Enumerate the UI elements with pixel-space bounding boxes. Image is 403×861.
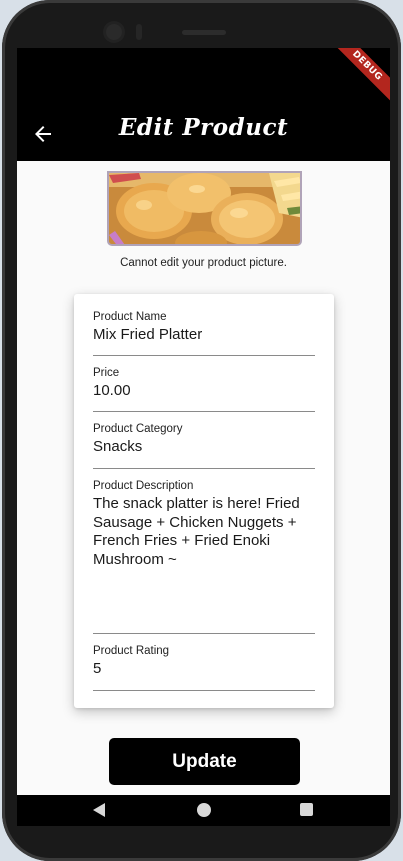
triangle-back-icon[interactable] [93,803,105,817]
product-name-field[interactable]: Product Name Mix Fried Platter [93,311,315,356]
rating-field[interactable]: Product Rating 5 [93,645,315,691]
product-image [107,171,302,246]
image-note: Cannot edit your product picture. [120,257,287,269]
price-value[interactable]: 10.00 [93,382,315,401]
product-name-value[interactable]: Mix Fried Platter [93,326,315,345]
rating-label: Product Rating [93,645,170,657]
category-label: Product Category [93,423,183,435]
rating-value[interactable]: 5 [93,660,315,679]
app-bar: Edit Product DEBUG [17,48,390,161]
category-value[interactable]: Snacks [93,438,315,457]
product-form-card: Product Name Mix Fried Platter Price 10.… [74,294,334,708]
description-field[interactable]: Product Description The snack platter is… [93,480,315,634]
description-label: Product Description [93,480,194,492]
system-nav-bar [17,795,390,826]
circle-home-icon[interactable] [197,803,211,817]
screen: Edit Product DEBUG Cannot edit your prod… [17,48,390,826]
square-recents-icon[interactable] [300,803,313,816]
product-name-label: Product Name [93,311,167,323]
description-value[interactable]: The snack platter is here! Fried Sausage… [93,495,315,569]
fried-food-image [109,173,300,244]
price-label: Price [93,367,120,379]
update-button[interactable]: Update [109,738,300,785]
earpiece-speaker [182,30,226,35]
page-title: Edit Product [118,114,289,141]
content-area: Cannot edit your product picture. Produc… [17,161,390,795]
front-camera [106,24,122,40]
sensor [136,24,142,40]
phone-frame: Edit Product DEBUG Cannot edit your prod… [2,0,401,861]
debug-banner: DEBUG [329,48,390,104]
category-field[interactable]: Product Category Snacks [93,423,315,469]
price-field[interactable]: Price 10.00 [93,367,315,412]
